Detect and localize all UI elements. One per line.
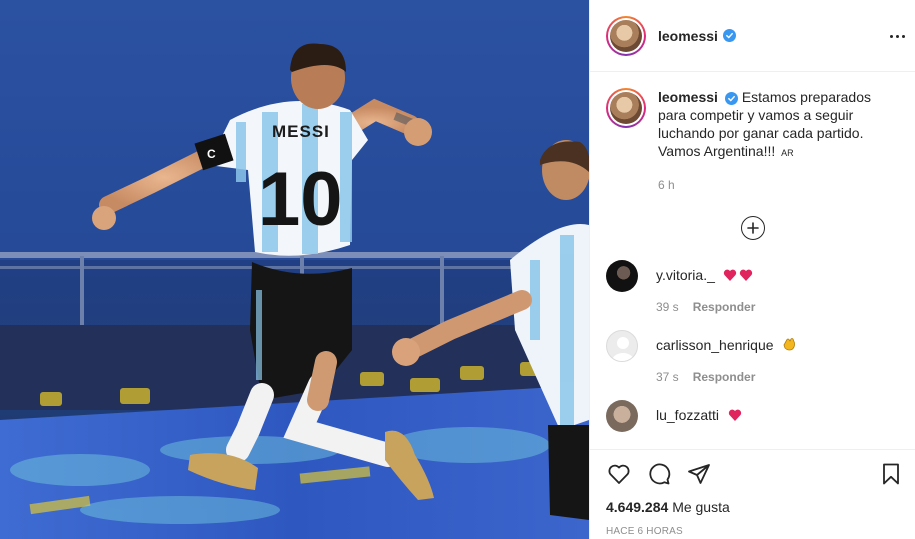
heart-emoji [727, 408, 743, 426]
armband-letter: C [207, 147, 216, 161]
post-header: leomessi [590, 0, 915, 72]
verified-badge-icon [724, 92, 738, 105]
post-timestamp[interactable]: HACE 6 HORAS [590, 516, 915, 537]
avatar[interactable] [606, 15, 646, 56]
flag-label: AR [781, 148, 794, 158]
clap-emoji [781, 336, 797, 356]
comments-section: leomessi Estamos preparados para competi… [590, 72, 915, 449]
comment-avatar[interactable] [606, 400, 638, 432]
caption: leomessi Estamos preparados para competi… [606, 88, 899, 194]
comment-icon[interactable] [646, 461, 672, 487]
load-more [606, 216, 899, 240]
comment-item: lu_fozzatti [606, 400, 899, 432]
jersey-number: 10 [258, 157, 343, 242]
comment-time[interactable]: 37 s [656, 370, 679, 384]
reply-button[interactable]: Responder [693, 300, 756, 314]
reply-button[interactable]: Responder [693, 370, 756, 384]
post-actions-area: 4.649.284 Me gusta HACE 6 HORAS [590, 449, 915, 539]
comment-username[interactable]: carlisson_henrique [656, 337, 774, 353]
caption-avatar[interactable] [606, 88, 646, 128]
action-bar [590, 450, 915, 498]
heart-icon[interactable] [606, 461, 632, 487]
comment-item: y.vitoria._ 39 s Responder [606, 260, 899, 314]
comment-avatar[interactable] [606, 260, 638, 292]
comment-time[interactable]: 39 s [656, 300, 679, 314]
comment-avatar[interactable] [606, 330, 638, 362]
caption-username[interactable]: leomessi [658, 89, 718, 105]
heart-emoji [723, 268, 755, 286]
more-options-icon[interactable] [887, 26, 907, 46]
post-photo-illustration: C MESSI 10 [0, 0, 589, 539]
caption-timestamp[interactable]: 6 h [658, 176, 899, 194]
verified-badge-icon [722, 29, 736, 42]
comment-item: carlisson_henrique 37 s Responder [606, 330, 899, 384]
share-icon[interactable] [686, 461, 712, 487]
bookmark-icon[interactable] [878, 461, 904, 487]
post-sidebar: leomessi leomessi Estamos preparados par… [589, 0, 915, 539]
likes-count[interactable]: 4.649.284 Me gusta [590, 498, 915, 516]
jersey-name: MESSI [272, 122, 330, 141]
post-photo[interactable]: C MESSI 10 [0, 0, 589, 539]
comment-username[interactable]: lu_fozzatti [656, 407, 719, 423]
likes-number: 4.649.284 [606, 499, 669, 515]
likes-label: Me gusta [672, 499, 730, 515]
comment-username[interactable]: y.vitoria._ [656, 267, 715, 283]
plus-circle-icon[interactable] [740, 216, 765, 240]
instagram-post: C MESSI 10 leomessi leomessi Estamos pre… [0, 0, 915, 539]
header-username[interactable]: leomessi [658, 28, 718, 44]
